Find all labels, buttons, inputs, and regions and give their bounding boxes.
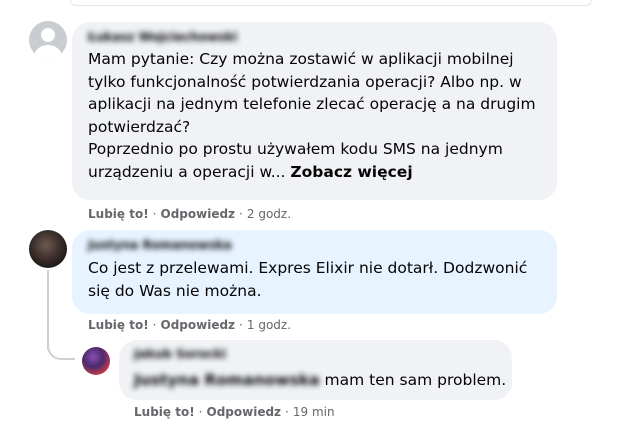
comment-line: Mam pytanie: Czy można zostawić w aplika… (88, 50, 514, 68)
comment-line: Co jest z przelewami. Expres Elixir nie … (88, 259, 528, 277)
separator: · (198, 405, 203, 419)
comment-line: się do Was nie można. (88, 281, 262, 300)
reply-author[interactable]: Jakub Sorocki (134, 347, 226, 361)
default-profile-body (34, 45, 62, 59)
separator: · (285, 405, 289, 419)
comment-line: aplikacji na jednym telefonie zlecać ope… (88, 95, 536, 113)
comment-line: tylko funkcjonalność potwierdzania opera… (88, 72, 522, 91)
comment-timestamp[interactable]: 1 godz. (247, 318, 291, 332)
reply-button[interactable]: Odpowiedz (161, 318, 236, 332)
comment-actions: Lubię to! · Odpowiedz · 2 godz. (88, 207, 291, 221)
reply-body: mam ten sam problem. (319, 371, 507, 389)
like-button[interactable]: Lubię to! (88, 207, 149, 221)
previous-comment-edge (70, 0, 592, 6)
comment-line: urządzeniu a operacji w... (88, 162, 286, 181)
comment-text: Mam pytanie: Czy można zostawić w aplika… (88, 48, 548, 183)
reply-button[interactable]: Odpowiedz (207, 405, 282, 419)
default-profile-head (41, 28, 55, 42)
separator: · (239, 318, 243, 332)
see-more-link[interactable]: Zobacz więcej (290, 163, 412, 181)
like-button[interactable]: Lubię to! (88, 318, 149, 332)
reply-thread-connector (47, 336, 75, 360)
comment-timestamp[interactable]: 19 min (293, 405, 335, 419)
reply-button[interactable]: Odpowiedz (161, 207, 236, 221)
avatar[interactable] (29, 230, 67, 268)
separator: · (152, 207, 157, 221)
avatar[interactable] (29, 21, 67, 59)
mention-tag[interactable]: Justyna Romanowska (134, 371, 320, 389)
comment-actions: Lubię to! · Odpowiedz · 1 godz. (88, 318, 291, 332)
avatar[interactable] (82, 347, 110, 375)
comment-line: Poprzednio po prostu używałem kodu SMS n… (88, 140, 503, 158)
reply-text: Justyna Romanowska mam ten sam problem. (134, 371, 506, 389)
comment-line-last: urządzeniu a operacji w... Zobacz więcej (88, 161, 548, 184)
comment-author[interactable]: Justyna Romanowska (88, 238, 232, 252)
like-button[interactable]: Lubię to! (134, 405, 195, 419)
comment-author[interactable]: Łukasz Wojciechowski (88, 30, 237, 44)
comment-actions: Lubię to! · Odpowiedz · 19 min (134, 405, 335, 419)
comment-text: Co jest z przelewami. Expres Elixir nie … (88, 257, 548, 302)
separator: · (152, 318, 157, 332)
comment-line: potwierdzać? (88, 117, 191, 136)
comment-timestamp[interactable]: 2 godz. (247, 207, 291, 221)
separator: · (239, 207, 243, 221)
